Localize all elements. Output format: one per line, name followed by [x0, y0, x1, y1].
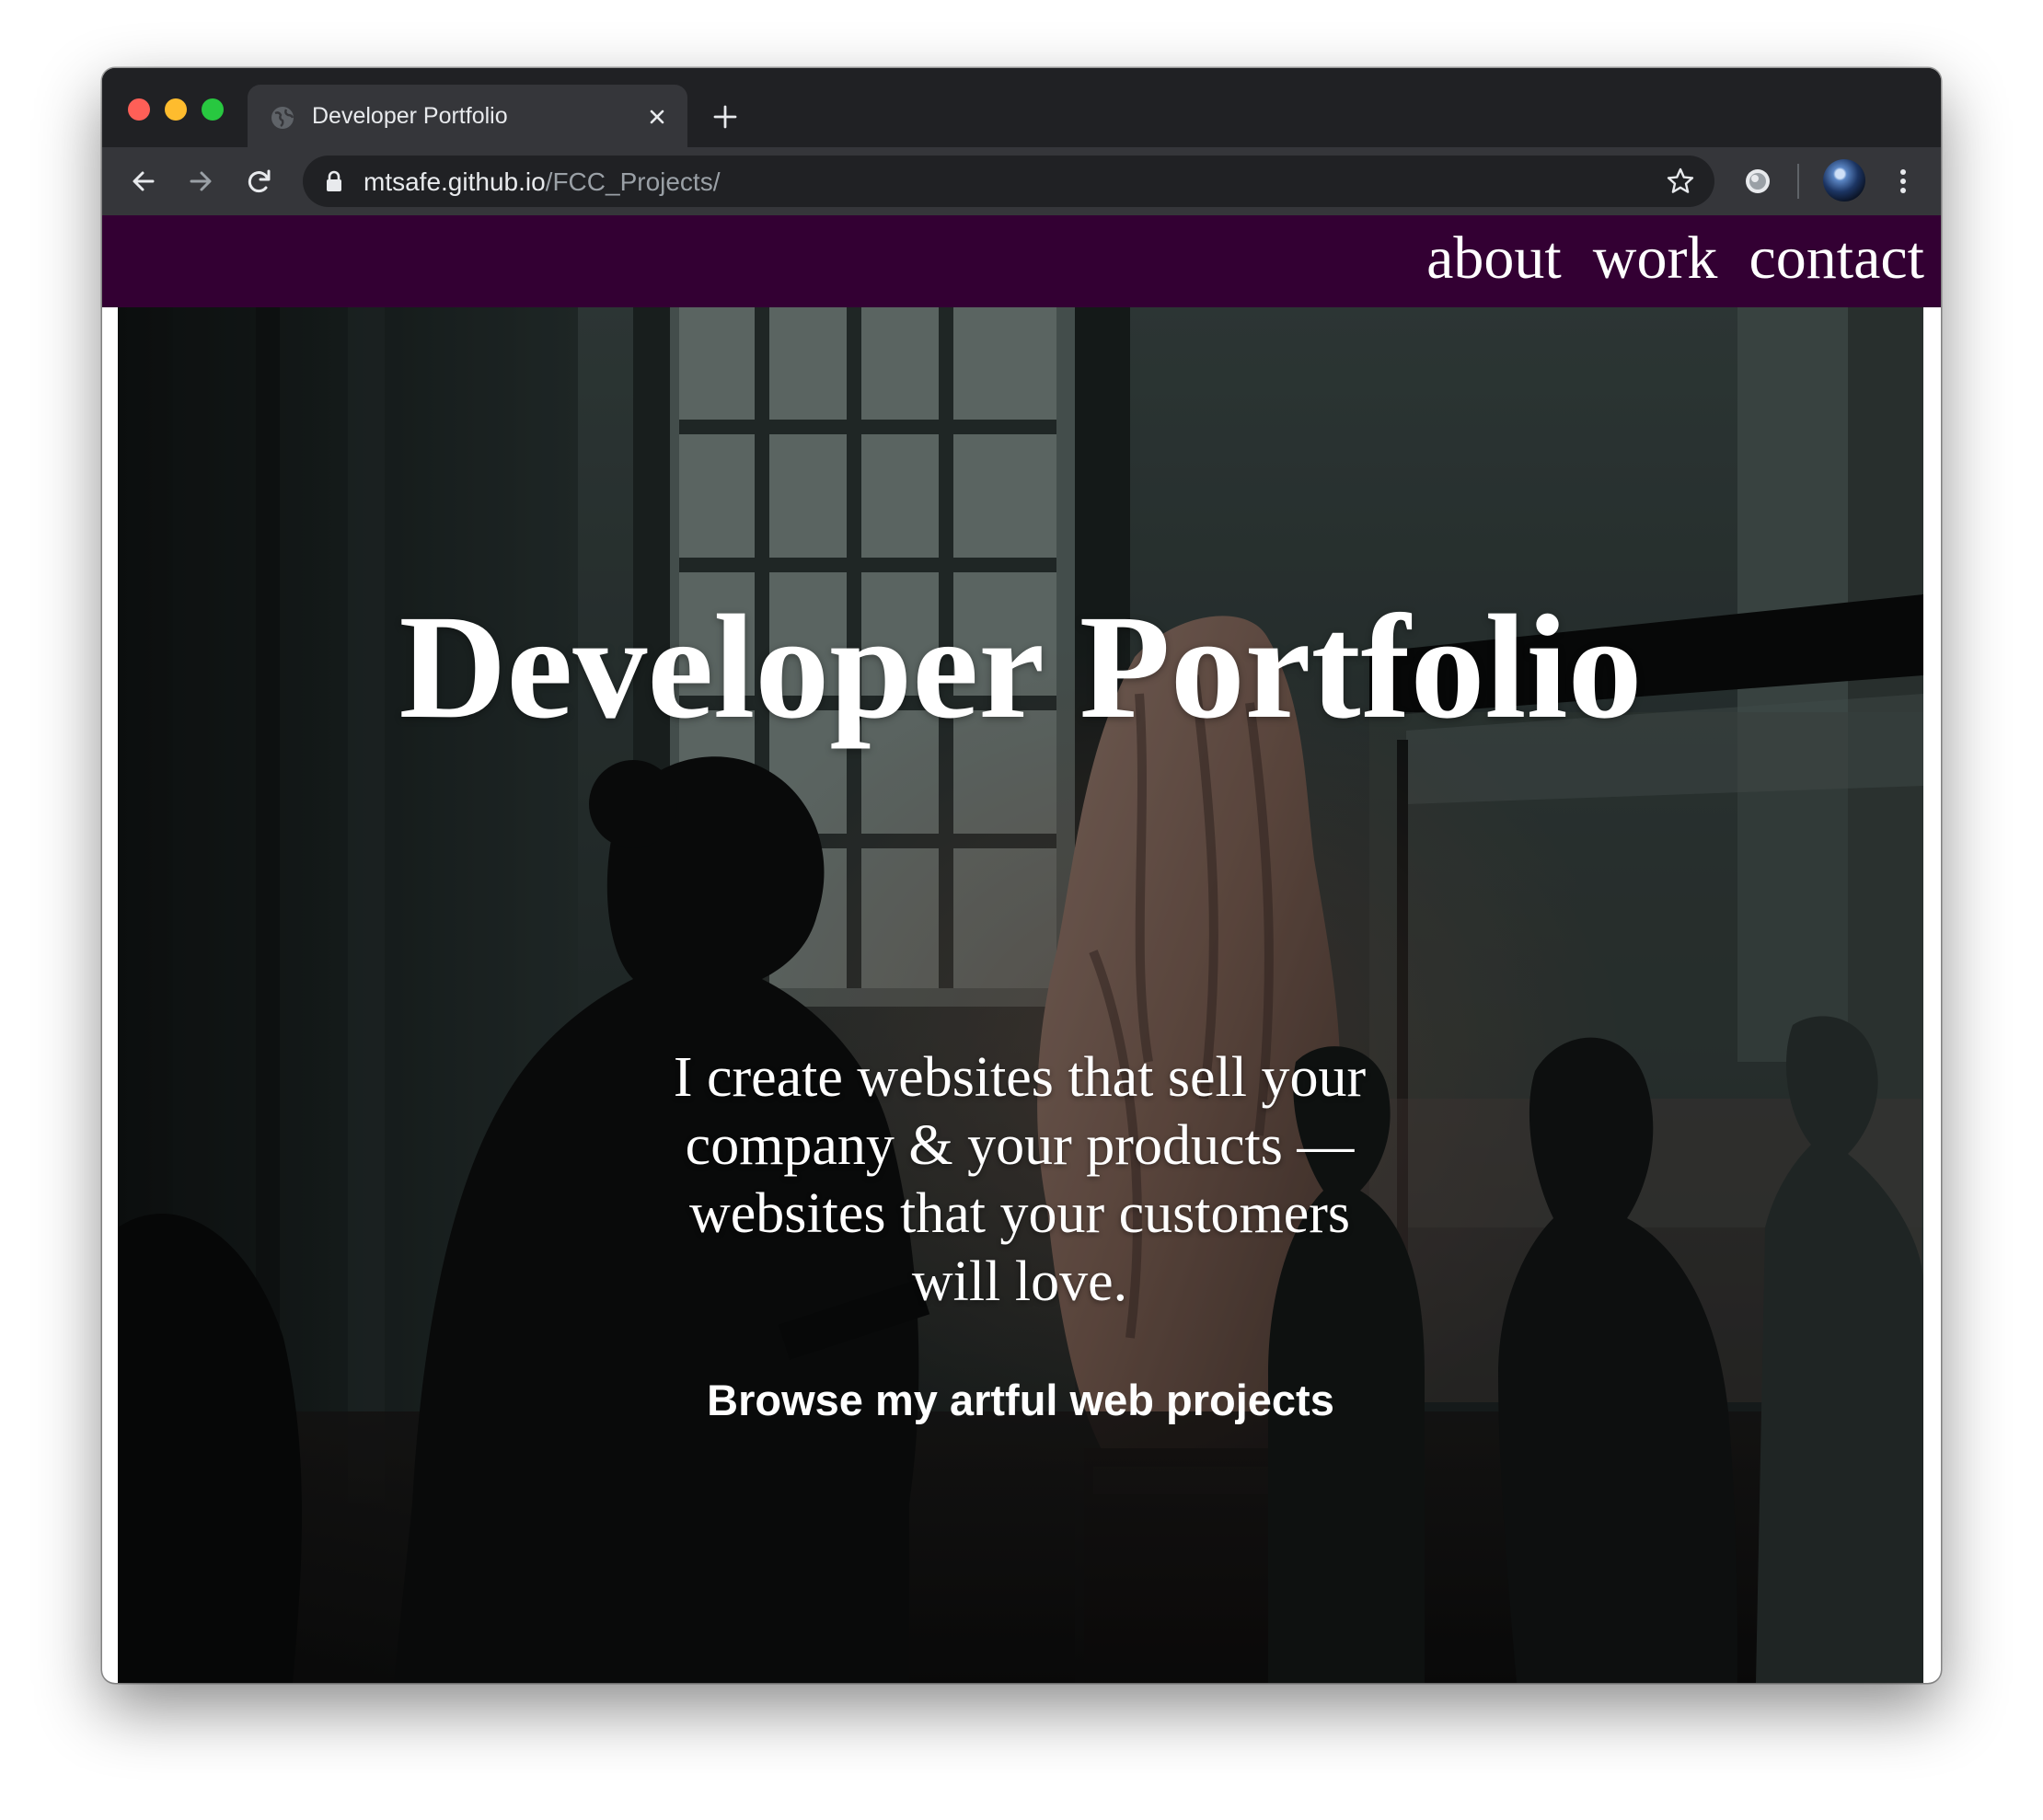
- url-host: mtsafe.github.io: [364, 167, 546, 196]
- url-path: /FCC_Projects/: [545, 167, 721, 196]
- profile-avatar[interactable]: [1823, 159, 1865, 202]
- browser-toolbar: mtsafe.github.io/FCC_Projects/: [102, 147, 1941, 215]
- window-close-button[interactable]: [128, 98, 150, 121]
- nav-links: about work contact: [1426, 221, 1924, 296]
- browser-window: Developer Portfolio mtsafe.github.io/FCC…: [102, 68, 1941, 1683]
- extension-icon[interactable]: [1742, 166, 1773, 197]
- forward-arrow-icon[interactable]: [185, 166, 216, 197]
- reload-icon[interactable]: [244, 166, 275, 197]
- hero-tagline: I create websites that sell your company…: [673, 1046, 1367, 1313]
- window-maximize-button[interactable]: [202, 98, 224, 121]
- tab-strip: Developer Portfolio: [102, 68, 1941, 147]
- nav-link-work[interactable]: work: [1593, 221, 1718, 296]
- url-text: mtsafe.github.io/FCC_Projects/: [364, 167, 721, 197]
- globe-icon: [271, 107, 294, 129]
- browse-projects-link[interactable]: Browse my artful web projects: [118, 1373, 1923, 1428]
- close-icon[interactable]: [643, 103, 671, 131]
- page-viewport: about work contact Developer Portfolio I…: [102, 215, 1941, 1683]
- plus-icon[interactable]: [711, 103, 739, 131]
- tab-developer-portfolio[interactable]: Developer Portfolio: [248, 85, 687, 147]
- toolbar-separator: [1797, 164, 1799, 199]
- hero-title: Developer Portfolio: [398, 585, 1643, 750]
- star-icon[interactable]: [1665, 166, 1696, 197]
- tab-title: Developer Portfolio: [312, 103, 508, 129]
- kebab-menu-icon[interactable]: [1887, 166, 1919, 197]
- site-navbar: about work contact: [102, 215, 1941, 307]
- address-bar[interactable]: mtsafe.github.io/FCC_Projects/: [303, 156, 1714, 207]
- back-arrow-icon[interactable]: [128, 166, 159, 197]
- hero-section: Developer Portfolio I create websites th…: [118, 307, 1923, 1683]
- nav-link-about[interactable]: about: [1426, 221, 1562, 296]
- hero-background-image: [118, 307, 1923, 1683]
- window-minimize-button[interactable]: [165, 98, 187, 121]
- nav-link-contact[interactable]: contact: [1749, 221, 1924, 296]
- lock-icon[interactable]: [325, 170, 343, 192]
